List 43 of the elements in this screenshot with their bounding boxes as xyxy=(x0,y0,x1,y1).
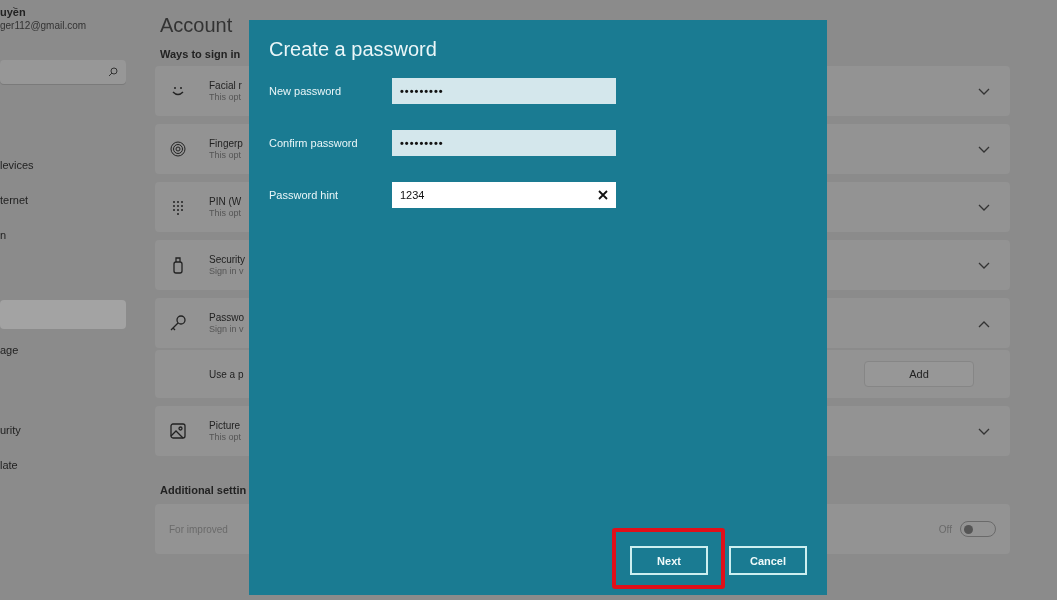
option-title: Fingerp xyxy=(209,137,243,150)
option-title: PIN (W xyxy=(209,195,242,208)
user-email: ger112@gmail.com xyxy=(0,19,88,32)
section-title: Additional settin xyxy=(160,484,247,496)
sidebar-item[interactable]: n xyxy=(0,220,126,249)
option-subtitle: This opt xyxy=(209,431,241,443)
user-name: uyền xyxy=(0,6,27,19)
option-title: Picture xyxy=(209,419,241,432)
option-subtitle: This opt xyxy=(209,149,241,161)
section-title: Ways to sign in xyxy=(160,48,241,60)
password-field[interactable]: ••••••••• xyxy=(392,130,616,156)
chevron-icon[interactable] xyxy=(978,204,990,212)
close-icon[interactable] xyxy=(598,190,608,200)
field-label: Password hint xyxy=(269,189,340,201)
dialog-button[interactable]: Cancel xyxy=(729,546,807,575)
search-icon xyxy=(108,67,118,77)
option-title: Passwo xyxy=(209,311,244,324)
option-subtitle: This opt xyxy=(209,91,241,103)
option-subtitle: This opt xyxy=(209,207,241,219)
option-title: Facial r xyxy=(209,79,242,92)
chevron-icon[interactable] xyxy=(978,428,990,436)
chevron-icon[interactable] xyxy=(978,88,990,96)
field-label: New password xyxy=(269,85,343,97)
detail-text: Use a p xyxy=(209,368,245,380)
chevron-icon[interactable] xyxy=(978,320,990,328)
add-button[interactable]: Add xyxy=(864,361,974,387)
sidebar-item[interactable]: levices xyxy=(0,150,126,179)
key-icon xyxy=(169,314,187,332)
picture-icon xyxy=(169,422,187,440)
sidebar-item[interactable]: ternet xyxy=(0,185,126,214)
field-label: Confirm password xyxy=(269,137,359,149)
password-field[interactable]: ••••••••• xyxy=(392,78,616,104)
chevron-icon[interactable] xyxy=(978,262,990,270)
sidebar-item[interactable]: urity xyxy=(0,415,126,444)
option-title: Security xyxy=(209,253,246,266)
chevron-icon[interactable] xyxy=(978,146,990,154)
sidebar-item[interactable]: late xyxy=(0,450,126,479)
search-field[interactable] xyxy=(0,60,126,84)
sidebar-item[interactable]: age xyxy=(0,335,126,364)
input-field[interactable]: 1234 xyxy=(392,182,616,208)
dialog-button[interactable]: Next xyxy=(630,546,708,575)
page-title: Account xyxy=(159,13,233,38)
dialog-title: Create a password xyxy=(269,37,438,62)
